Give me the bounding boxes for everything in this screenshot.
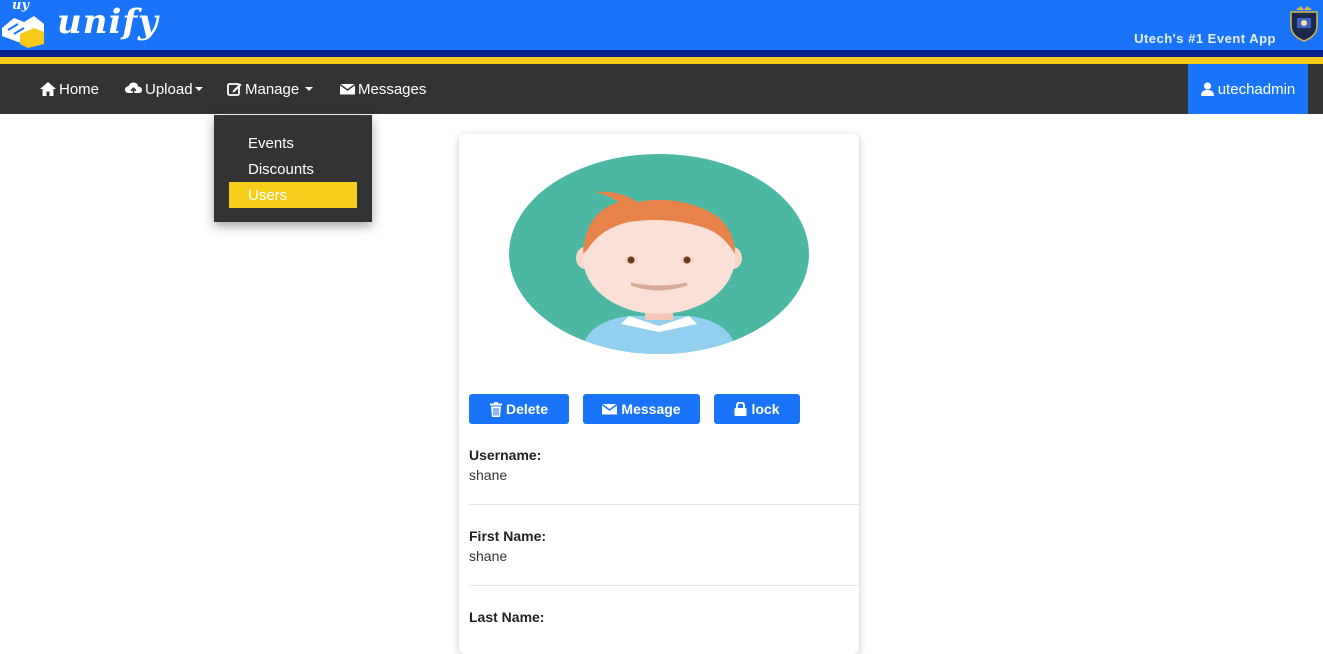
- envelope-icon: [602, 403, 618, 415]
- logo-wordmark[interactable]: unify: [57, 2, 159, 42]
- nav-manage-label: Manage: [245, 80, 300, 98]
- delete-button-label: Delete: [505, 401, 549, 417]
- user-account-button[interactable]: utechadmin: [1188, 64, 1308, 114]
- lock-icon: [734, 402, 747, 416]
- nav-upload[interactable]: Upload: [125, 64, 203, 114]
- nav-manage[interactable]: Manage: [227, 64, 314, 114]
- dropdown-item-users[interactable]: Users: [229, 182, 357, 208]
- message-button[interactable]: Message: [583, 394, 700, 424]
- user-icon: [1200, 82, 1214, 96]
- delete-button[interactable]: Delete: [469, 394, 569, 424]
- home-icon: [40, 82, 56, 96]
- dropdown-item-discounts[interactable]: Discounts: [229, 156, 357, 182]
- field-divider: [469, 504, 859, 505]
- nav-messages[interactable]: Messages: [340, 64, 426, 114]
- university-crest-icon: [1290, 6, 1318, 42]
- user-avatar: [509, 154, 809, 354]
- nav-messages-label: Messages: [358, 80, 427, 98]
- user-profile-card: Delete Message lock Username: shane Firs…: [459, 134, 859, 654]
- manage-dropdown-menu: Events Discounts Users: [214, 115, 372, 222]
- banner-navy-stripe: [0, 50, 1323, 57]
- trash-icon: [489, 401, 502, 417]
- tagline: Utech's #1 Event App: [1134, 31, 1276, 46]
- first-name-value: shane: [469, 548, 508, 564]
- chevron-down-icon: [194, 87, 203, 91]
- lock-button-label: lock: [751, 401, 780, 417]
- envelope-icon: [340, 83, 355, 95]
- logo-small-text: uy: [12, 0, 30, 13]
- lock-button[interactable]: lock: [714, 394, 800, 424]
- username-value: shane: [469, 467, 508, 483]
- edit-icon: [227, 83, 242, 96]
- nav-home-label: Home: [59, 80, 100, 98]
- cloud-upload-icon: [125, 82, 142, 96]
- banner-gold-stripe: [0, 57, 1323, 64]
- nav-home[interactable]: Home: [40, 64, 99, 114]
- last-name-label: Last Name:: [469, 609, 545, 625]
- first-name-label: First Name:: [469, 528, 547, 544]
- nav-upload-label: Upload: [145, 80, 193, 98]
- field-divider: [469, 585, 859, 586]
- main-navbar: Home Upload Manage Messages utechadmin: [0, 64, 1323, 114]
- dropdown-item-events[interactable]: Events: [229, 130, 357, 156]
- message-button-label: Message: [621, 401, 681, 417]
- app-banner: uy unify Utech's #1 Event App: [0, 0, 1323, 64]
- chevron-down-icon: [305, 87, 314, 91]
- user-account-label: utechadmin: [1217, 80, 1296, 98]
- username-label: Username:: [469, 447, 542, 463]
